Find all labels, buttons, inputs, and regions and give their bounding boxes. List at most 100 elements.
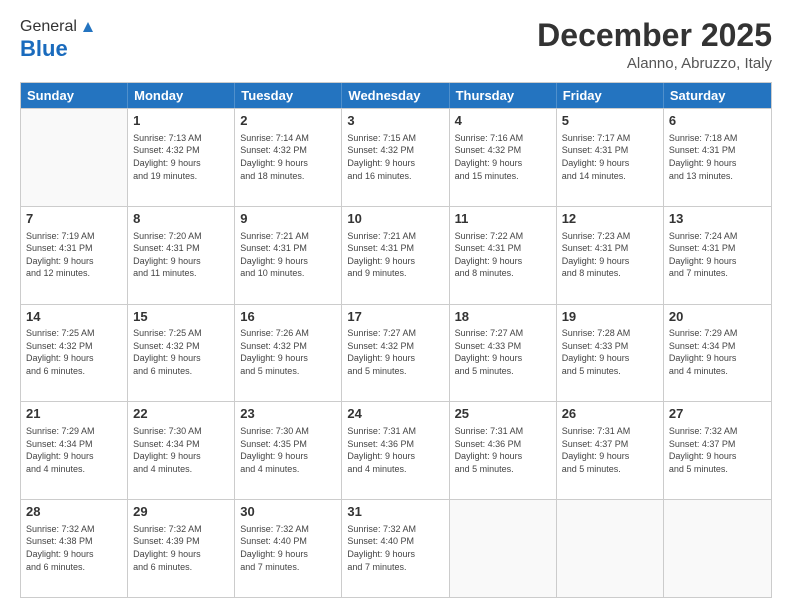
day-number: 28: [26, 503, 122, 521]
calendar-cell: 13 Sunrise: 7:24 AM Sunset: 4:31 PM Dayli…: [664, 207, 771, 304]
day-number: 24: [347, 405, 443, 423]
day-number: 20: [669, 308, 766, 326]
cell-info: Sunrise: 7:32 AM Sunset: 4:39 PM Dayligh…: [133, 523, 229, 573]
logo-blue-text: Blue: [20, 36, 68, 62]
calendar-cell: 1 Sunrise: 7:13 AM Sunset: 4:32 PM Daylig…: [128, 109, 235, 206]
cell-info: Sunrise: 7:32 AM Sunset: 4:40 PM Dayligh…: [347, 523, 443, 573]
calendar-row-0: 1 Sunrise: 7:13 AM Sunset: 4:32 PM Daylig…: [21, 108, 771, 206]
day-number: 27: [669, 405, 766, 423]
day-number: 23: [240, 405, 336, 423]
day-number: 14: [26, 308, 122, 326]
calendar-cell: 15Sunrise: 7:25 AM Sunset: 4:32 PM Dayli…: [128, 305, 235, 402]
header-day-saturday: Saturday: [664, 83, 771, 108]
calendar-cell: [557, 500, 664, 597]
day-number: 17: [347, 308, 443, 326]
day-number: 22: [133, 405, 229, 423]
day-number: 5: [562, 112, 658, 130]
day-number: 9: [240, 210, 336, 228]
cell-info: Sunrise: 7:17 AM Sunset: 4:31 PM Dayligh…: [562, 132, 658, 182]
cell-info: Sunrise: 7:32 AM Sunset: 4:38 PM Dayligh…: [26, 523, 122, 573]
calendar-row-3: 21 Sunrise: 7:29 AM Sunset: 4:34 PM Dayli…: [21, 401, 771, 499]
calendar-cell: 31 Sunrise: 7:32 AM Sunset: 4:40 PM Dayli…: [342, 500, 449, 597]
calendar-cell: 18Sunrise: 7:27 AM Sunset: 4:33 PM Dayli…: [450, 305, 557, 402]
header-day-friday: Friday: [557, 83, 664, 108]
cell-info: Sunrise: 7:20 AM Sunset: 4:31 PM Dayligh…: [133, 230, 229, 280]
calendar-cell: [21, 109, 128, 206]
calendar-cell: 3 Sunrise: 7:15 AM Sunset: 4:32 PM Daylig…: [342, 109, 449, 206]
calendar-body: 1 Sunrise: 7:13 AM Sunset: 4:32 PM Daylig…: [21, 108, 771, 597]
day-number: 2: [240, 112, 336, 130]
cell-info: Sunrise: 7:24 AM Sunset: 4:31 PM Dayligh…: [669, 230, 766, 280]
cell-info: Sunrise: 7:29 AM Sunset: 4:34 PM Dayligh…: [26, 425, 122, 475]
cell-info: Sunrise: 7:15 AM Sunset: 4:32 PM Dayligh…: [347, 132, 443, 182]
day-number: 16: [240, 308, 336, 326]
day-number: 3: [347, 112, 443, 130]
day-number: 29: [133, 503, 229, 521]
cell-info: Sunrise: 7:23 AM Sunset: 4:31 PM Dayligh…: [562, 230, 658, 280]
day-number: 31: [347, 503, 443, 521]
day-number: 19: [562, 308, 658, 326]
cell-info: Sunrise: 7:30 AM Sunset: 4:34 PM Dayligh…: [133, 425, 229, 475]
calendar-cell: 29 Sunrise: 7:32 AM Sunset: 4:39 PM Dayli…: [128, 500, 235, 597]
calendar-cell: 19Sunrise: 7:28 AM Sunset: 4:33 PM Dayli…: [557, 305, 664, 402]
logo-general-text: General: [20, 18, 77, 36]
day-number: 7: [26, 210, 122, 228]
cell-info: Sunrise: 7:30 AM Sunset: 4:35 PM Dayligh…: [240, 425, 336, 475]
calendar-cell: 25 Sunrise: 7:31 AM Sunset: 4:36 PM Dayli…: [450, 402, 557, 499]
calendar-cell: 5 Sunrise: 7:17 AM Sunset: 4:31 PM Daylig…: [557, 109, 664, 206]
page: General Blue December 2025 Alanno, Abruz…: [0, 0, 792, 612]
calendar-cell: 20Sunrise: 7:29 AM Sunset: 4:34 PM Dayli…: [664, 305, 771, 402]
calendar-cell: 16Sunrise: 7:26 AM Sunset: 4:32 PM Dayli…: [235, 305, 342, 402]
day-number: 30: [240, 503, 336, 521]
calendar-cell: 7 Sunrise: 7:19 AM Sunset: 4:31 PM Daylig…: [21, 207, 128, 304]
logo-icon: [79, 18, 97, 36]
day-number: 8: [133, 210, 229, 228]
cell-info: Sunrise: 7:27 AM Sunset: 4:32 PM Dayligh…: [347, 327, 443, 377]
cell-info: Sunrise: 7:31 AM Sunset: 4:36 PM Dayligh…: [347, 425, 443, 475]
cell-info: Sunrise: 7:13 AM Sunset: 4:32 PM Dayligh…: [133, 132, 229, 182]
calendar-cell: 4 Sunrise: 7:16 AM Sunset: 4:32 PM Daylig…: [450, 109, 557, 206]
cell-info: Sunrise: 7:21 AM Sunset: 4:31 PM Dayligh…: [347, 230, 443, 280]
calendar-cell: 6 Sunrise: 7:18 AM Sunset: 4:31 PM Daylig…: [664, 109, 771, 206]
day-number: 6: [669, 112, 766, 130]
calendar-cell: [450, 500, 557, 597]
cell-info: Sunrise: 7:28 AM Sunset: 4:33 PM Dayligh…: [562, 327, 658, 377]
calendar-cell: 26Sunrise: 7:31 AM Sunset: 4:37 PM Dayli…: [557, 402, 664, 499]
calendar-cell: 21 Sunrise: 7:29 AM Sunset: 4:34 PM Dayli…: [21, 402, 128, 499]
cell-info: Sunrise: 7:25 AM Sunset: 4:32 PM Dayligh…: [26, 327, 122, 377]
day-number: 11: [455, 210, 551, 228]
day-number: 15: [133, 308, 229, 326]
calendar-cell: 12 Sunrise: 7:23 AM Sunset: 4:31 PM Dayli…: [557, 207, 664, 304]
calendar-cell: 30Sunrise: 7:32 AM Sunset: 4:40 PM Dayli…: [235, 500, 342, 597]
cell-info: Sunrise: 7:19 AM Sunset: 4:31 PM Dayligh…: [26, 230, 122, 280]
month-title: December 2025: [537, 18, 772, 53]
calendar-cell: 11 Sunrise: 7:22 AM Sunset: 4:31 PM Dayli…: [450, 207, 557, 304]
calendar-header: SundayMondayTuesdayWednesdayThursdayFrid…: [21, 83, 771, 108]
day-number: 21: [26, 405, 122, 423]
cell-info: Sunrise: 7:18 AM Sunset: 4:31 PM Dayligh…: [669, 132, 766, 182]
cell-info: Sunrise: 7:16 AM Sunset: 4:32 PM Dayligh…: [455, 132, 551, 182]
cell-info: Sunrise: 7:22 AM Sunset: 4:31 PM Dayligh…: [455, 230, 551, 280]
cell-info: Sunrise: 7:31 AM Sunset: 4:36 PM Dayligh…: [455, 425, 551, 475]
day-number: 1: [133, 112, 229, 130]
calendar-cell: 10 Sunrise: 7:21 AM Sunset: 4:31 PM Dayli…: [342, 207, 449, 304]
cell-info: Sunrise: 7:21 AM Sunset: 4:31 PM Dayligh…: [240, 230, 336, 280]
calendar-row-2: 14Sunrise: 7:25 AM Sunset: 4:32 PM Dayli…: [21, 304, 771, 402]
cell-info: Sunrise: 7:14 AM Sunset: 4:32 PM Dayligh…: [240, 132, 336, 182]
header-day-thursday: Thursday: [450, 83, 557, 108]
day-number: 4: [455, 112, 551, 130]
calendar-cell: 27Sunrise: 7:32 AM Sunset: 4:37 PM Dayli…: [664, 402, 771, 499]
header-day-wednesday: Wednesday: [342, 83, 449, 108]
calendar-cell: 28 Sunrise: 7:32 AM Sunset: 4:38 PM Dayli…: [21, 500, 128, 597]
cell-info: Sunrise: 7:25 AM Sunset: 4:32 PM Dayligh…: [133, 327, 229, 377]
calendar-row-4: 28 Sunrise: 7:32 AM Sunset: 4:38 PM Dayli…: [21, 499, 771, 597]
calendar-cell: [664, 500, 771, 597]
calendar-cell: 22 Sunrise: 7:30 AM Sunset: 4:34 PM Dayli…: [128, 402, 235, 499]
calendar: SundayMondayTuesdayWednesdayThursdayFrid…: [20, 82, 772, 598]
header: General Blue December 2025 Alanno, Abruz…: [20, 18, 772, 72]
day-number: 25: [455, 405, 551, 423]
day-number: 10: [347, 210, 443, 228]
header-day-sunday: Sunday: [21, 83, 128, 108]
day-number: 13: [669, 210, 766, 228]
day-number: 12: [562, 210, 658, 228]
